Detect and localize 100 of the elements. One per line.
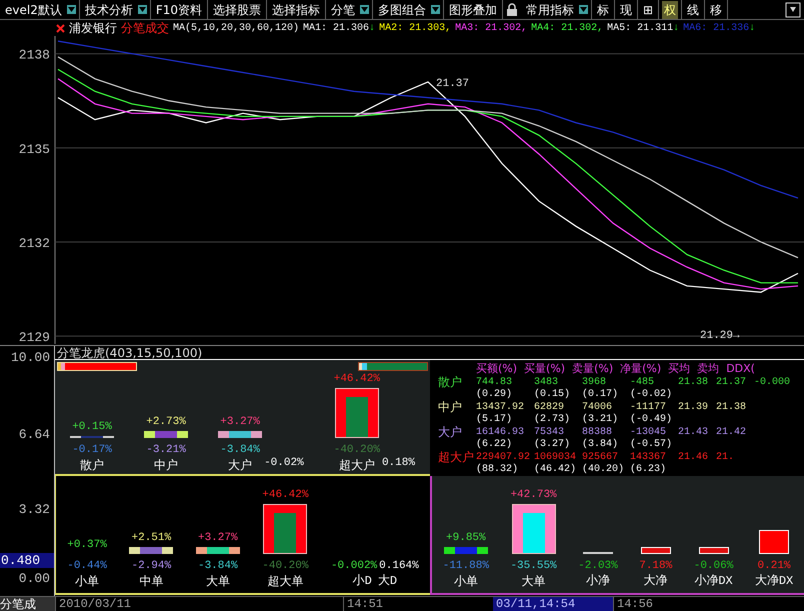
table-cell-text: (40.20) [582, 464, 626, 476]
group-label: 小净DX [694, 574, 733, 589]
caret-icon[interactable] [66, 5, 76, 14]
sell-percent: -3.84% [220, 442, 260, 458]
toolbar-button[interactable]: 标 [595, 0, 612, 18]
group-label: 中户 [154, 458, 178, 473]
group-label: 小D [352, 574, 372, 589]
net-bar [759, 530, 790, 554]
toolbar-button[interactable]: ⊞ [641, 0, 656, 18]
ma-reading: MA2: 21.303, [379, 22, 452, 36]
buy-percent: +2.51% [132, 531, 172, 546]
ma-reading: MA1: 21.306 [303, 22, 370, 36]
toolbar-button[interactable]: 分笔 [329, 0, 358, 18]
caret-icon[interactable] [138, 5, 147, 14]
column-header: 买量(%) [524, 362, 566, 376]
table-cell-text: 143367 [630, 452, 668, 464]
column-header: 买均 [668, 362, 690, 376]
table-cell-text: 62829 [534, 402, 566, 414]
group-label: 大户 [228, 458, 252, 473]
table-cell-text: -0.000 [754, 376, 792, 388]
ma-reading: MA6: 21.336 [683, 22, 750, 36]
toolbar-button[interactable]: 移 [708, 0, 724, 18]
group-label: 小单 [75, 574, 100, 589]
down-arrow: ↓ [749, 22, 756, 36]
table-cell-text: (2.73) [534, 414, 572, 426]
buy-percent: +46.42% [262, 488, 308, 503]
group-label: 散户 [80, 458, 104, 473]
window-icon[interactable] [785, 2, 801, 18]
ma-reading: MA3: 21.302, [455, 22, 528, 36]
net-percent: -2.03% [578, 558, 618, 574]
table-cell-text: 74006 [582, 402, 614, 414]
sell-percent: -3.21% [146, 442, 186, 458]
indicator-title: 分笔龙虎(403,15,50,100) [56, 344, 202, 362]
column-header: 买额(%) [476, 362, 518, 376]
sell-percent: -40.20% [262, 558, 308, 574]
table-cell-text: (0.29) [476, 389, 514, 401]
marker-icon [56, 24, 65, 32]
table-cell-text: 925667 [582, 452, 620, 464]
toolbar-button[interactable]: evel2默认 [3, 0, 64, 18]
table-cell-text: 21.43 [678, 426, 710, 438]
caret-icon[interactable] [579, 5, 588, 14]
axis-label: 2129 [18, 330, 50, 344]
toolbar-button[interactable]: 权 [662, 0, 678, 18]
table-cell-text: (-0.49) [630, 414, 674, 426]
table-cell-text: (6.22) [476, 439, 514, 451]
price-annotation: 21.29→ [700, 330, 740, 342]
toolbar-button[interactable]: 选择股票 [211, 0, 264, 18]
lock-icon[interactable] [505, 2, 520, 16]
toolbar-button[interactable]: 常用指标 [524, 0, 576, 18]
group-label: 小净 [586, 574, 610, 589]
buy-percent: +9.85% [446, 531, 486, 546]
group-label: 大净DX [754, 574, 794, 589]
table-cell-text: (-0.57) [630, 439, 674, 451]
table-cell-text: 88388 [582, 426, 614, 438]
caret-icon[interactable] [360, 5, 370, 14]
table-cell-text: 3968 [582, 376, 608, 388]
net-percent: 0.21% [758, 558, 791, 574]
time-label: 03/11,14:54 [493, 597, 613, 611]
sell-percent: -35.55% [510, 558, 557, 574]
axis-label: 3.32 [18, 502, 51, 517]
group-label: 大D [378, 574, 398, 589]
net-percent: 0.18% [382, 456, 415, 470]
table-cell-text: 21.46 [678, 452, 710, 464]
column-header: 净量(%) [620, 362, 662, 376]
table-cell-text: 21. [716, 452, 736, 464]
sell-percent: -11.88% [442, 558, 489, 574]
toolbar-button[interactable]: 技术分析 [82, 0, 135, 18]
toolbar-button[interactable]: 现 [618, 0, 634, 18]
sell-percent: -2.94% [132, 558, 172, 574]
axis-label: 6.64 [18, 427, 51, 442]
table-cell-text: (6.23) [630, 464, 668, 476]
toolbar-button[interactable]: 选择指标 [270, 0, 322, 18]
table-cell-text: -11177 [630, 402, 668, 414]
caret-icon[interactable] [431, 5, 440, 14]
stock-name: 浦发银行 [69, 20, 117, 37]
ma-reading: MA4: 21.302, [531, 22, 604, 36]
table-cell-text: 13437.92 [476, 402, 526, 414]
time-label: 14:56 [613, 597, 713, 611]
buy-percent: +46.42% [334, 372, 380, 387]
net-percent: -0.06% [694, 558, 734, 574]
group-label: 中单 [139, 574, 164, 589]
axis-label: 2132 [18, 236, 50, 251]
toolbar-button[interactable]: 多图组合 [376, 0, 428, 18]
toolbar-button[interactable]: 线 [685, 0, 702, 18]
row-label: 散户 [438, 376, 463, 389]
toolbar-button[interactable]: F10资料 [154, 0, 204, 18]
buy-percent: +3.27% [220, 415, 260, 430]
buy-percent: +42.73% [510, 488, 557, 503]
status-title: 分笔成 [0, 597, 55, 611]
table-cell-text: (3.21) [582, 414, 620, 426]
net-bar [640, 546, 671, 554]
sell-percent: -0.17% [72, 442, 112, 458]
table-cell-text: (88.32) [476, 464, 520, 476]
table-cell-text: (3.27) [534, 439, 572, 451]
toolbar-button[interactable]: 图形叠加 [447, 0, 500, 18]
table-cell-text: (0.15) [534, 389, 572, 401]
axis-label: 2138 [18, 48, 50, 63]
table-cell-text: 21.38 [716, 402, 748, 414]
table-cell-text: 21.38 [678, 376, 710, 388]
time-label: 2010/03/11 [55, 597, 343, 611]
